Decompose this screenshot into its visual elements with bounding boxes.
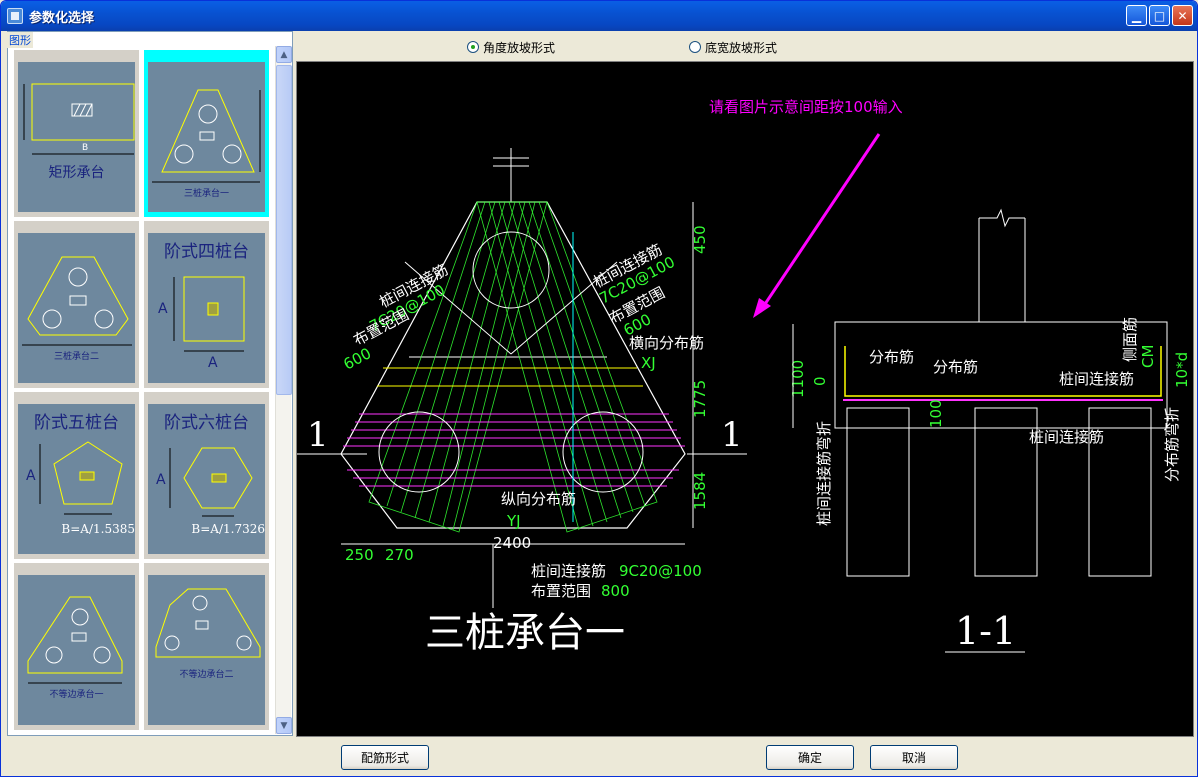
drawing-main-title: 三桩承台一 <box>425 610 625 656</box>
sec-bend-label: 桩间连接筋弯折 <box>815 421 833 526</box>
longitudinal-label: 纵向分布筋 <box>501 490 576 508</box>
shape-label: 三桩承台二 <box>53 352 99 362</box>
section-mark-right: 1 <box>721 415 743 455</box>
section-title: 1-1 <box>955 609 1016 653</box>
shape-item-stepped-four[interactable]: 阶式四桩台 A A <box>144 221 269 388</box>
shape-item-rect-cap[interactable]: B 矩形承台 <box>14 50 139 217</box>
radio-off-icon <box>689 41 701 53</box>
shape-label: 不等边承台一 <box>49 690 104 700</box>
shape-item-three-pile-1[interactable]: 三桩承台一 <box>144 50 269 217</box>
sec-dim-0: 0 <box>811 376 829 386</box>
dim-450: 450 <box>691 225 709 254</box>
sec-dist-bend-label: 分布筋弯折 <box>1163 407 1181 482</box>
app-icon <box>7 8 23 24</box>
range-bottom-label: 布置范围 <box>531 582 591 600</box>
sec-dist-label-1: 分布筋 <box>869 348 914 366</box>
sec-dim-100: 100 <box>927 399 945 428</box>
sec-link-label-2: 桩间连接筋 <box>1029 428 1104 446</box>
scroll-thumb[interactable] <box>276 65 292 395</box>
xj-label: XJ <box>641 354 656 372</box>
shape-label: 不等边承台二 <box>179 670 234 680</box>
ok-button[interactable]: 确定 <box>766 745 854 770</box>
button-bar: 配筋形式 确定 取消 <box>1 739 1197 776</box>
scroll-up-button[interactable]: ▲ <box>276 46 292 63</box>
shape-group-label: 图形 <box>7 32 33 48</box>
sec-dim-1100: 1100 <box>789 360 807 398</box>
section-mark-left: 1 <box>307 415 329 455</box>
sec-10d-label: 10*d <box>1173 352 1191 388</box>
shape-list-panel: B 矩形承台 三桩承台一 三桩承台二 阶式四桩台 A A 阶式五桩台 A B=A… <box>7 31 293 736</box>
sec-cm-label: CM <box>1139 345 1157 368</box>
title-bar: 参数化选择 ▁ □ ✕ <box>1 1 1197 31</box>
dim-2400: 2400 <box>493 534 531 552</box>
dim-250: 250 <box>345 546 374 564</box>
close-button[interactable]: ✕ <box>1172 5 1193 26</box>
dim-a-label: A <box>208 355 218 371</box>
maximize-button[interactable]: □ <box>1149 5 1170 26</box>
sec-side-label: 侧面筋 <box>1121 317 1139 362</box>
dim-a-label: A <box>156 472 166 488</box>
shape-item-unequal-1[interactable]: 不等边承台一 <box>14 563 139 730</box>
slope-options: 角度放坡形式 底宽放坡形式 <box>297 35 1193 59</box>
hint-text: 请看图片示意间距按100输入 <box>709 98 903 116</box>
radio-on-icon <box>467 41 479 53</box>
sec-link-label: 桩间连接筋 <box>1059 370 1134 388</box>
dim-a-label: A <box>26 468 36 484</box>
yj-label: YJ <box>506 512 521 530</box>
shape-item-stepped-five[interactable]: 阶式五桩台 A B=A/1.5385 <box>14 392 139 559</box>
formula-label: B=A/1.5385 <box>61 522 135 536</box>
scroll-down-button[interactable]: ▼ <box>276 717 292 734</box>
radio-angle-label: 角度放坡形式 <box>483 40 556 55</box>
rebar-bottom-label: 桩间连接筋 <box>531 562 606 580</box>
preview-canvas: 请看图片示意间距按100输入 1 1 桩间连接筋 7C20@100 布置范围 6… <box>296 61 1194 737</box>
dim-a-label: A <box>158 301 168 317</box>
cancel-button[interactable]: 取消 <box>870 745 958 770</box>
list-scrollbar[interactable]: ▲ ▼ <box>275 46 292 734</box>
shape-label: 三桩承台一 <box>183 189 229 199</box>
dialog-window: 参数化选择 ▁ □ ✕ 图形 B 矩形承台 三桩承台一 三桩承台二 阶式四桩台 … <box>0 0 1198 777</box>
dim-1775: 1775 <box>691 380 709 418</box>
rebar-form-button[interactable]: 配筋形式 <box>341 745 429 770</box>
dim-270: 270 <box>385 546 414 564</box>
shape-label: 矩形承台 <box>48 165 105 181</box>
rebar-bottom-spec: 9C20@100 <box>619 562 702 580</box>
window-title: 参数化选择 <box>29 10 95 26</box>
dim-1584: 1584 <box>691 472 709 510</box>
dim-b-label: B <box>82 143 88 153</box>
radio-width-slope[interactable]: 底宽放坡形式 <box>689 39 777 56</box>
shape-item-unequal-2[interactable]: 不等边承台二 <box>144 563 269 730</box>
shape-item-stepped-six[interactable]: 阶式六桩台 A B=A/1.7326 <box>144 392 269 559</box>
radio-width-label: 底宽放坡形式 <box>705 40 778 55</box>
range-left-value: 600 <box>340 344 374 373</box>
formula-label: B=A/1.7326 <box>191 522 265 536</box>
sec-dist-label-2: 分布筋 <box>933 358 978 376</box>
shape-item-three-pile-2[interactable]: 三桩承台二 <box>14 221 139 388</box>
radio-angle-slope[interactable]: 角度放坡形式 <box>467 39 555 56</box>
range-bottom-value: 800 <box>601 582 630 600</box>
minimize-button[interactable]: ▁ <box>1126 5 1147 26</box>
